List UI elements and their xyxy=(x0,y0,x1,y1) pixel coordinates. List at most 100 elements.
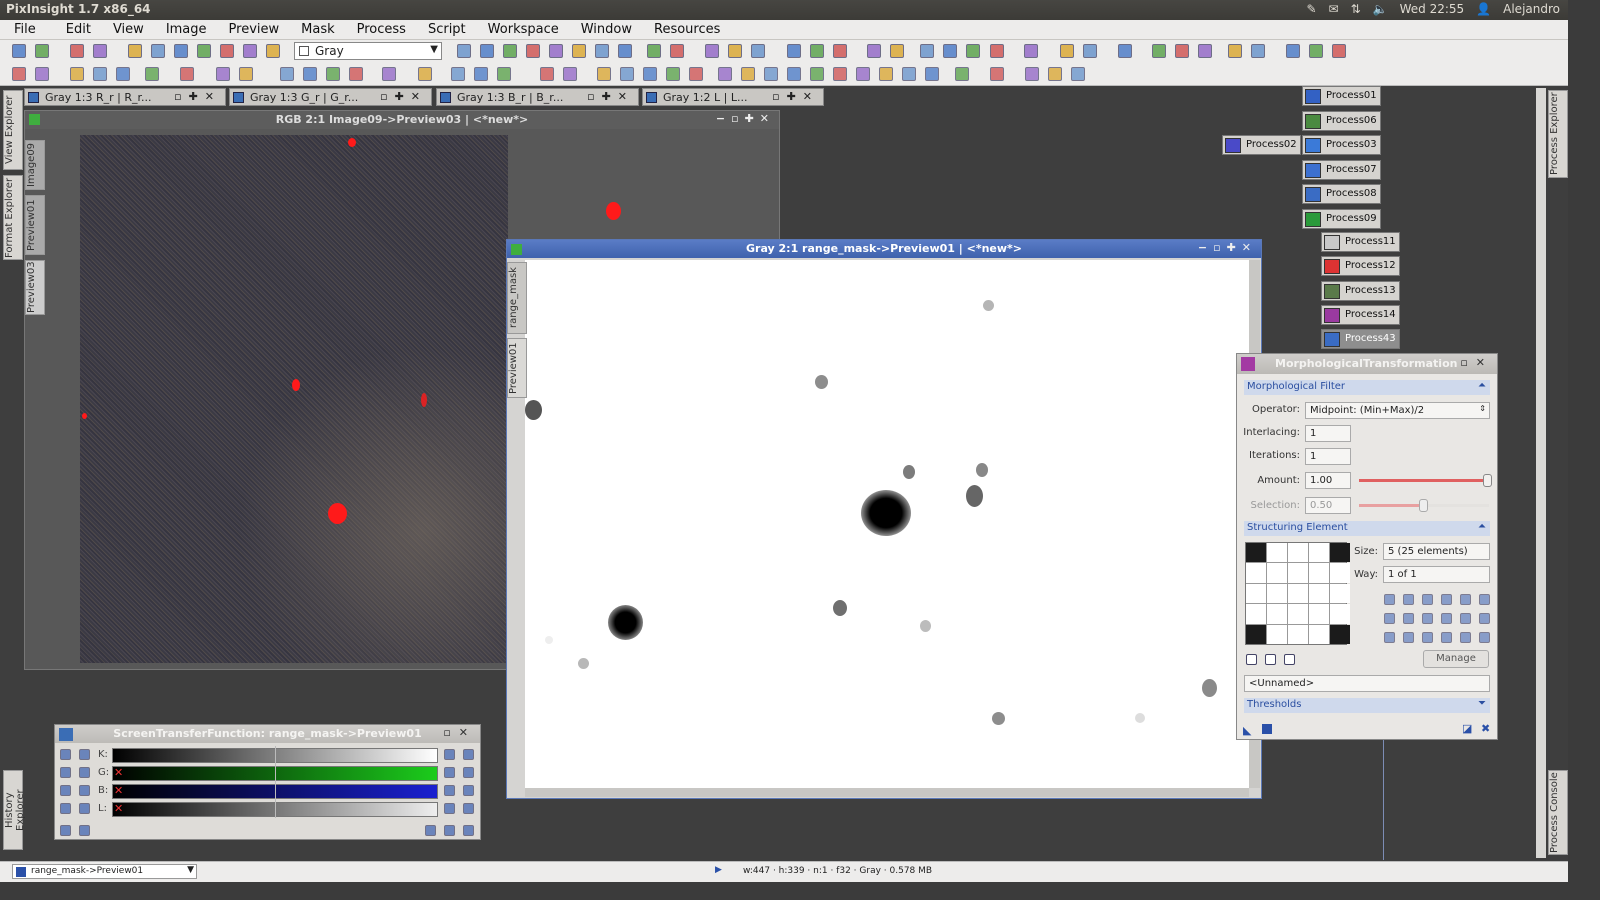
apply-global-icon[interactable] xyxy=(1262,724,1272,734)
mask-image-window[interactable]: Gray 2:1 range_mask->Preview01 | <*new*>… xyxy=(506,239,1262,799)
tab-g[interactable]: Gray 1:3 G_r | G_r... ▫✚✕ xyxy=(229,88,432,106)
element-cell[interactable] xyxy=(1288,543,1308,563)
toolbar-tool-icon[interactable] xyxy=(1228,44,1242,58)
toolbar-tool-icon[interactable] xyxy=(943,44,957,58)
process-icon-process13[interactable]: Process13 xyxy=(1321,281,1400,301)
toolbar-tool-icon[interactable] xyxy=(666,67,680,81)
stf-tool-icon[interactable] xyxy=(60,803,71,814)
selection-slider[interactable] xyxy=(1359,499,1489,512)
toolbar-tool-icon[interactable] xyxy=(303,67,317,81)
element-tool-icon[interactable] xyxy=(1403,594,1414,605)
element-edit-icon[interactable] xyxy=(1284,654,1295,665)
toolbar-tool-icon[interactable] xyxy=(12,67,26,81)
element-cell[interactable] xyxy=(1246,604,1266,624)
stf-tool-icon[interactable] xyxy=(444,803,455,814)
menu-script[interactable]: Script xyxy=(428,20,466,39)
process-icon-process08[interactable]: Process08 xyxy=(1302,184,1381,204)
element-tool-icon[interactable] xyxy=(1479,613,1490,624)
play-icon[interactable]: ▶ xyxy=(715,865,722,875)
toolbar-tool-icon[interactable] xyxy=(990,44,1004,58)
toolbar-tool-icon[interactable] xyxy=(1309,44,1323,58)
element-cell[interactable] xyxy=(1330,624,1350,644)
tab-controls[interactable]: ▫✚✕ xyxy=(174,90,221,103)
stf-tool-icon[interactable] xyxy=(60,785,71,796)
element-cell[interactable] xyxy=(1246,543,1266,563)
element-cell[interactable] xyxy=(1309,583,1329,604)
element-cell[interactable] xyxy=(1309,563,1329,583)
stf-tool-icon[interactable] xyxy=(79,785,90,796)
toolbar-tool-icon[interactable] xyxy=(810,44,824,58)
element-tool-icon[interactable] xyxy=(1460,594,1471,605)
format-explorer-tab[interactable]: Format Explorer xyxy=(3,175,23,260)
element-cell[interactable] xyxy=(1288,583,1308,604)
manage-button[interactable]: Manage xyxy=(1423,650,1489,668)
window-controls[interactable]: −▫✚✕ xyxy=(716,112,775,125)
toolbar-tool-icon[interactable] xyxy=(689,67,703,81)
rgb-preview-image[interactable] xyxy=(80,135,621,663)
network-icon[interactable]: ⇅ xyxy=(1351,2,1361,16)
stf-tool-icon[interactable] xyxy=(79,803,90,814)
process-icon-process11[interactable]: Process11 xyxy=(1321,232,1400,252)
reset-icon[interactable]: ✖ xyxy=(1481,722,1490,735)
element-cell[interactable] xyxy=(1309,543,1329,563)
side-tab-image09[interactable]: Image09 xyxy=(25,140,45,190)
toolbar-tool-icon[interactable] xyxy=(787,44,801,58)
toolbar-tool-icon[interactable] xyxy=(1083,44,1097,58)
user-name[interactable]: Alejandro xyxy=(1503,2,1560,16)
side-tab-preview03[interactable]: Preview03 xyxy=(25,260,45,315)
toolbar-tool-icon[interactable] xyxy=(595,44,609,58)
toolbar-tool-icon[interactable] xyxy=(326,67,340,81)
user-icon[interactable]: 👤 xyxy=(1476,2,1491,16)
element-cell[interactable] xyxy=(1267,543,1287,563)
toolbar-tool-icon[interactable] xyxy=(197,44,211,58)
stf-tool-icon[interactable] xyxy=(463,825,474,836)
element-tool-icon[interactable] xyxy=(1384,594,1395,605)
toolbar-tool-icon[interactable] xyxy=(1251,44,1265,58)
toolbar-tool-icon[interactable] xyxy=(35,67,49,81)
amount-slider[interactable] xyxy=(1359,474,1492,487)
toolbar-tool-icon[interactable] xyxy=(890,44,904,58)
way-select[interactable]: 1 of 1 xyxy=(1383,566,1490,583)
toolbar-tool-icon[interactable] xyxy=(1152,44,1166,58)
process-icon-process03[interactable]: Process03 xyxy=(1302,135,1381,155)
section-morphological-filter[interactable]: Morphological Filter ⏶ xyxy=(1244,380,1490,395)
selection-field[interactable]: 0.50 xyxy=(1305,497,1351,514)
stf-tool-icon[interactable] xyxy=(79,749,90,760)
element-edit-icon[interactable] xyxy=(1265,654,1276,665)
toolbar-tool-icon[interactable] xyxy=(503,44,517,58)
toolbar-tool-icon[interactable] xyxy=(966,44,980,58)
right-scroll-strip[interactable] xyxy=(1536,88,1546,858)
toolbar-tool-icon[interactable] xyxy=(480,44,494,58)
toolbar-tool-icon[interactable] xyxy=(180,67,194,81)
element-cell[interactable] xyxy=(1309,604,1329,624)
structuring-element-grid[interactable] xyxy=(1245,542,1350,645)
history-explorer-tab[interactable]: History Explorer xyxy=(3,770,26,850)
toolbar-tool-icon[interactable] xyxy=(572,44,586,58)
stf-tool-icon[interactable] xyxy=(60,825,71,836)
process-icon-process06[interactable]: Process06 xyxy=(1302,111,1381,131)
menu-window[interactable]: Window xyxy=(581,20,632,39)
toolbar-tool-icon[interactable] xyxy=(128,44,142,58)
toolbar-tool-icon[interactable] xyxy=(810,67,824,81)
window-controls[interactable]: −▫✚✕ xyxy=(1198,241,1257,254)
collapse-icon[interactable]: ⏶ xyxy=(1478,380,1486,391)
menu-image[interactable]: Image xyxy=(166,20,207,39)
element-cell[interactable] xyxy=(1267,624,1287,644)
amount-slider-handle[interactable] xyxy=(1483,474,1492,487)
toolbar-tool-icon[interactable] xyxy=(833,67,847,81)
morph-title-bar[interactable]: MorphologicalTransformation ▫✕ xyxy=(1237,354,1497,374)
element-tool-icon[interactable] xyxy=(1403,613,1414,624)
toolbar-tool-icon[interactable] xyxy=(93,44,107,58)
toolbar-tool-icon[interactable] xyxy=(1071,67,1085,81)
tab-r[interactable]: Gray 1:3 R_r | R_r... ▫✚✕ xyxy=(24,88,226,106)
operator-select[interactable]: Midpoint: (Min+Max)/2 ⇕ xyxy=(1305,402,1490,419)
element-tool-icon[interactable] xyxy=(1403,632,1414,643)
toolbar-tool-icon[interactable] xyxy=(418,67,432,81)
tab-controls[interactable]: ▫✚✕ xyxy=(380,90,427,103)
toolbar-tool-icon[interactable] xyxy=(349,67,363,81)
process-icon-process14[interactable]: Process14 xyxy=(1321,305,1400,325)
element-cell[interactable] xyxy=(1330,563,1350,583)
toolbar-tool-icon[interactable] xyxy=(12,44,26,58)
tab-b[interactable]: Gray 1:3 B_r | B_r... ▫✚✕ xyxy=(436,88,639,106)
stf-tool-icon[interactable] xyxy=(463,785,474,796)
